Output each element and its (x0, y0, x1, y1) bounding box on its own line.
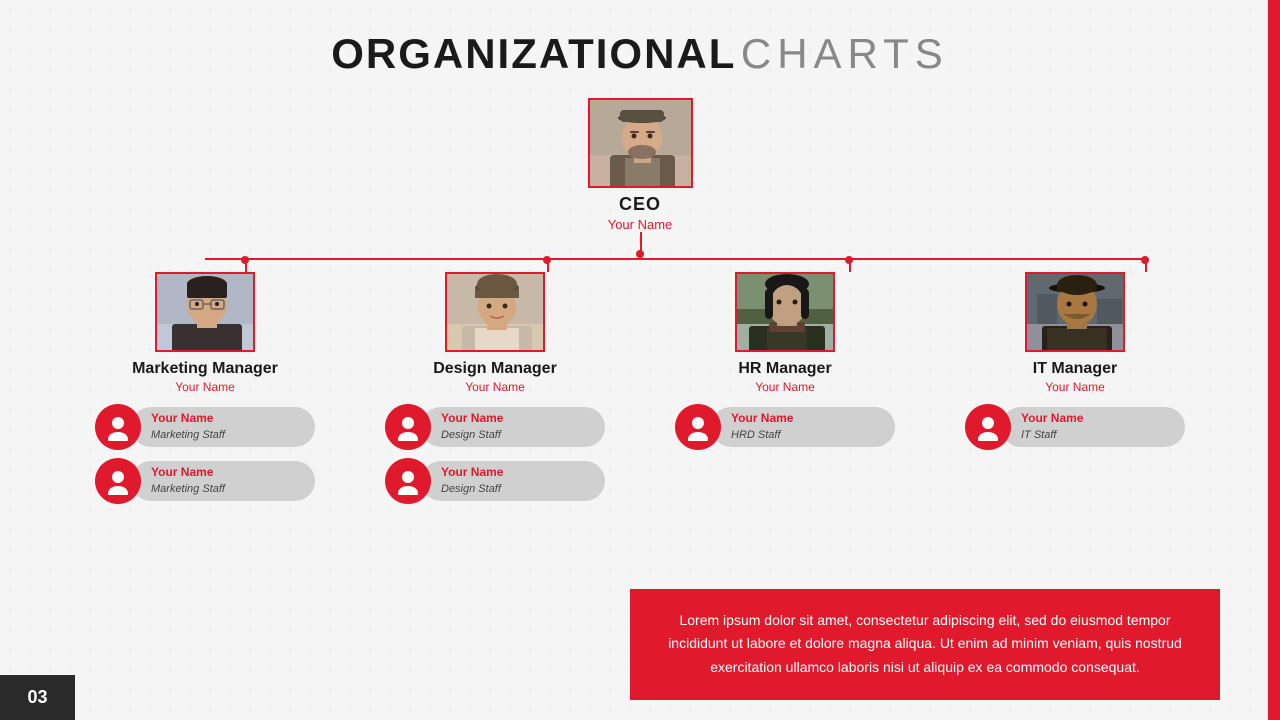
h-line-main (205, 258, 1145, 260)
it-role: IT Manager (1033, 360, 1117, 378)
description-text: Lorem ipsum dolor sit amet, consectetur … (660, 609, 1190, 680)
hr-photo-wrapper (735, 272, 835, 352)
staff-name: Your Name (441, 411, 593, 425)
marketing-role: Marketing Manager (132, 360, 278, 378)
ceo-photo-wrapper (588, 98, 693, 188)
hr-photo (737, 274, 835, 352)
staff-role: Design Staff (441, 429, 501, 441)
ceo-name: Your Name (608, 217, 673, 232)
manager-col-it: IT Manager Your Name Your Name I (930, 272, 1220, 450)
hr-role: HR Manager (738, 360, 831, 378)
staff-info: Your Name Marketing Staff (131, 407, 315, 447)
staff-name: Your Name (441, 465, 593, 479)
ceo-photo (590, 100, 693, 188)
slide-number: 03 (0, 675, 75, 720)
page-title: ORGANIZATIONAL CHARTS (40, 30, 1240, 78)
avatar (95, 404, 141, 450)
staff-info: Your Name IT Staff (1001, 407, 1185, 447)
ceo-node: CEO Your Name (588, 98, 693, 232)
staff-name: Your Name (1021, 411, 1173, 425)
list-item: Your Name Marketing Staff (95, 404, 315, 450)
staff-role: Design Staff (441, 483, 501, 495)
staff-role: HRD Staff (731, 429, 781, 441)
dot-hr (845, 256, 853, 264)
title-light: CHARTS (741, 30, 949, 77)
hr-staff-list: Your Name HRD Staff (675, 404, 895, 450)
ceo-role: CEO (619, 194, 661, 215)
hr-name: Your Name (755, 380, 815, 394)
page: ORGANIZATIONAL CHARTS (0, 0, 1280, 720)
list-item: Your Name Marketing Staff (95, 458, 315, 504)
it-name: Your Name (1045, 380, 1105, 394)
design-role: Design Manager (433, 360, 557, 378)
dot-design (543, 256, 551, 264)
marketing-staff-list: Your Name Marketing Staff Your Nam (95, 404, 315, 504)
tree-connectors (60, 232, 1220, 272)
manager-col-hr: HR Manager Your Name Your Name H (640, 272, 930, 450)
list-item: Your Name Design Staff (385, 404, 605, 450)
manager-col-marketing: Marketing Manager Your Name Your Name (60, 272, 350, 504)
design-photo (447, 274, 545, 352)
it-staff-list: Your Name IT Staff (965, 404, 1185, 450)
list-item: Your Name IT Staff (965, 404, 1185, 450)
dot-it (1141, 256, 1149, 264)
staff-info: Your Name Marketing Staff (131, 461, 315, 501)
avatar (675, 404, 721, 450)
it-photo (1027, 274, 1125, 352)
ceo-vertical-line (640, 232, 642, 252)
design-staff-list: Your Name Design Staff Your Name (385, 404, 605, 504)
staff-info: Your Name HRD Staff (711, 407, 895, 447)
staff-info: Your Name Design Staff (421, 407, 605, 447)
marketing-photo-wrapper (155, 272, 255, 352)
staff-name: Your Name (151, 465, 303, 479)
staff-role: IT Staff (1021, 429, 1056, 441)
staff-role: Marketing Staff (151, 429, 225, 441)
design-photo-wrapper (445, 272, 545, 352)
staff-name: Your Name (731, 411, 883, 425)
avatar (385, 458, 431, 504)
it-photo-wrapper (1025, 272, 1125, 352)
marketing-photo (157, 274, 255, 352)
org-chart: CEO Your Name (40, 98, 1240, 504)
staff-role: Marketing Staff (151, 483, 225, 495)
ceo-dot (636, 250, 644, 258)
marketing-name: Your Name (175, 380, 235, 394)
dot-marketing (241, 256, 249, 264)
avatar (385, 404, 431, 450)
managers-row: Marketing Manager Your Name Your Name (60, 272, 1220, 504)
list-item: Your Name HRD Staff (675, 404, 895, 450)
avatar (965, 404, 1011, 450)
staff-info: Your Name Design Staff (421, 461, 605, 501)
description-box: Lorem ipsum dolor sit amet, consectetur … (630, 589, 1220, 700)
title-bold: ORGANIZATIONAL (331, 30, 736, 77)
staff-name: Your Name (151, 411, 303, 425)
manager-col-design: Design Manager Your Name Your Name (350, 272, 640, 504)
list-item: Your Name Design Staff (385, 458, 605, 504)
design-name: Your Name (465, 380, 525, 394)
avatar (95, 458, 141, 504)
